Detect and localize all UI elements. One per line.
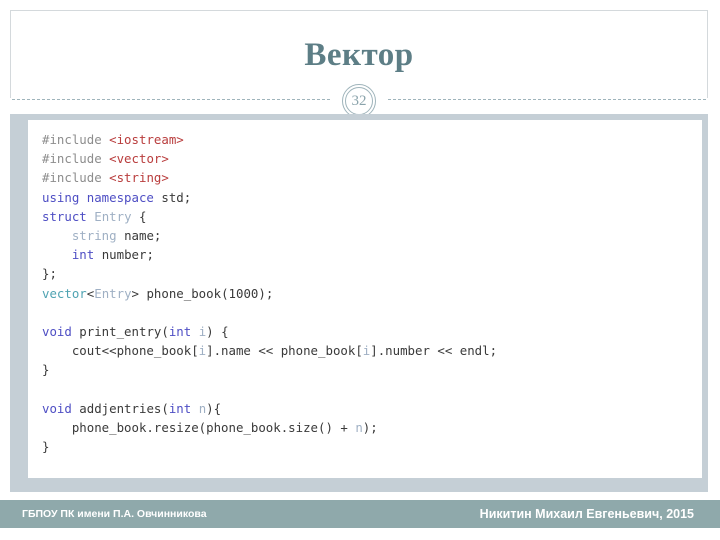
- code-token: int: [71, 247, 95, 263]
- code-token: int: [168, 324, 192, 340]
- code-token: std;: [153, 189, 192, 205]
- code-token: n: [355, 420, 363, 436]
- divider-dashed-line-right: [388, 99, 706, 100]
- slide-number-badge: 32: [342, 84, 376, 118]
- code-token: vector: [42, 285, 87, 301]
- code-token: phone_book.resize(phone_book.size() +: [42, 420, 356, 436]
- code-block-inner: #include <iostream> #include <vector> #i…: [28, 120, 702, 478]
- code-token: Entry: [94, 285, 132, 301]
- code-token: }: [42, 362, 50, 378]
- code-token: };: [42, 266, 57, 282]
- code-token: }: [42, 439, 50, 455]
- code-token: > phone_book(1000);: [131, 285, 274, 301]
- code-token: ].number << endl;: [370, 343, 498, 359]
- code-token: void: [42, 400, 72, 416]
- code-token: cout<<phone_book[: [42, 343, 199, 359]
- code-token: addjentries(: [71, 400, 169, 416]
- code-token: string: [71, 228, 117, 244]
- code-token: ){: [206, 400, 222, 416]
- code-token: <string>: [109, 170, 169, 186]
- code-token: {: [131, 208, 147, 224]
- code-token: <vector>: [109, 151, 169, 167]
- slide-footer: ГБПОУ ПК имени П.А. Овчинникова Никитин …: [0, 500, 720, 528]
- code-token: );: [362, 420, 378, 436]
- presentation-slide: Вектор 32 #include <iostream> #include <…: [0, 0, 720, 540]
- code-token: #include: [42, 170, 110, 186]
- footer-institution: ГБПОУ ПК имени П.А. Овчинникова: [22, 508, 207, 520]
- slide-number-text: 32: [351, 93, 367, 109]
- code-token: #include: [42, 132, 110, 147]
- page-title: Вектор: [304, 37, 414, 73]
- code-token: i: [198, 343, 207, 359]
- code-token: number;: [94, 247, 154, 263]
- divider-dashed-line-left: [12, 99, 330, 100]
- footer-author: Никитин Михаил Евгеньевич, 2015: [479, 507, 694, 521]
- code-token: #include: [42, 151, 110, 167]
- code-token: print_entry(: [71, 324, 169, 340]
- code-block-frame: #include <iostream> #include <vector> #i…: [10, 114, 708, 492]
- code-token: name;: [116, 228, 162, 244]
- code-token: <iostream>: [109, 132, 184, 147]
- code-token: Entry: [94, 208, 132, 224]
- code-token: ) {: [206, 324, 229, 340]
- code-token: ].name << phone_book[: [206, 343, 363, 359]
- source-code: #include <iostream> #include <vector> #i…: [42, 130, 694, 456]
- code-token: struct: [42, 208, 87, 224]
- code-token: using namespace: [42, 189, 154, 205]
- code-token: int: [168, 400, 192, 416]
- code-token: void: [42, 324, 72, 340]
